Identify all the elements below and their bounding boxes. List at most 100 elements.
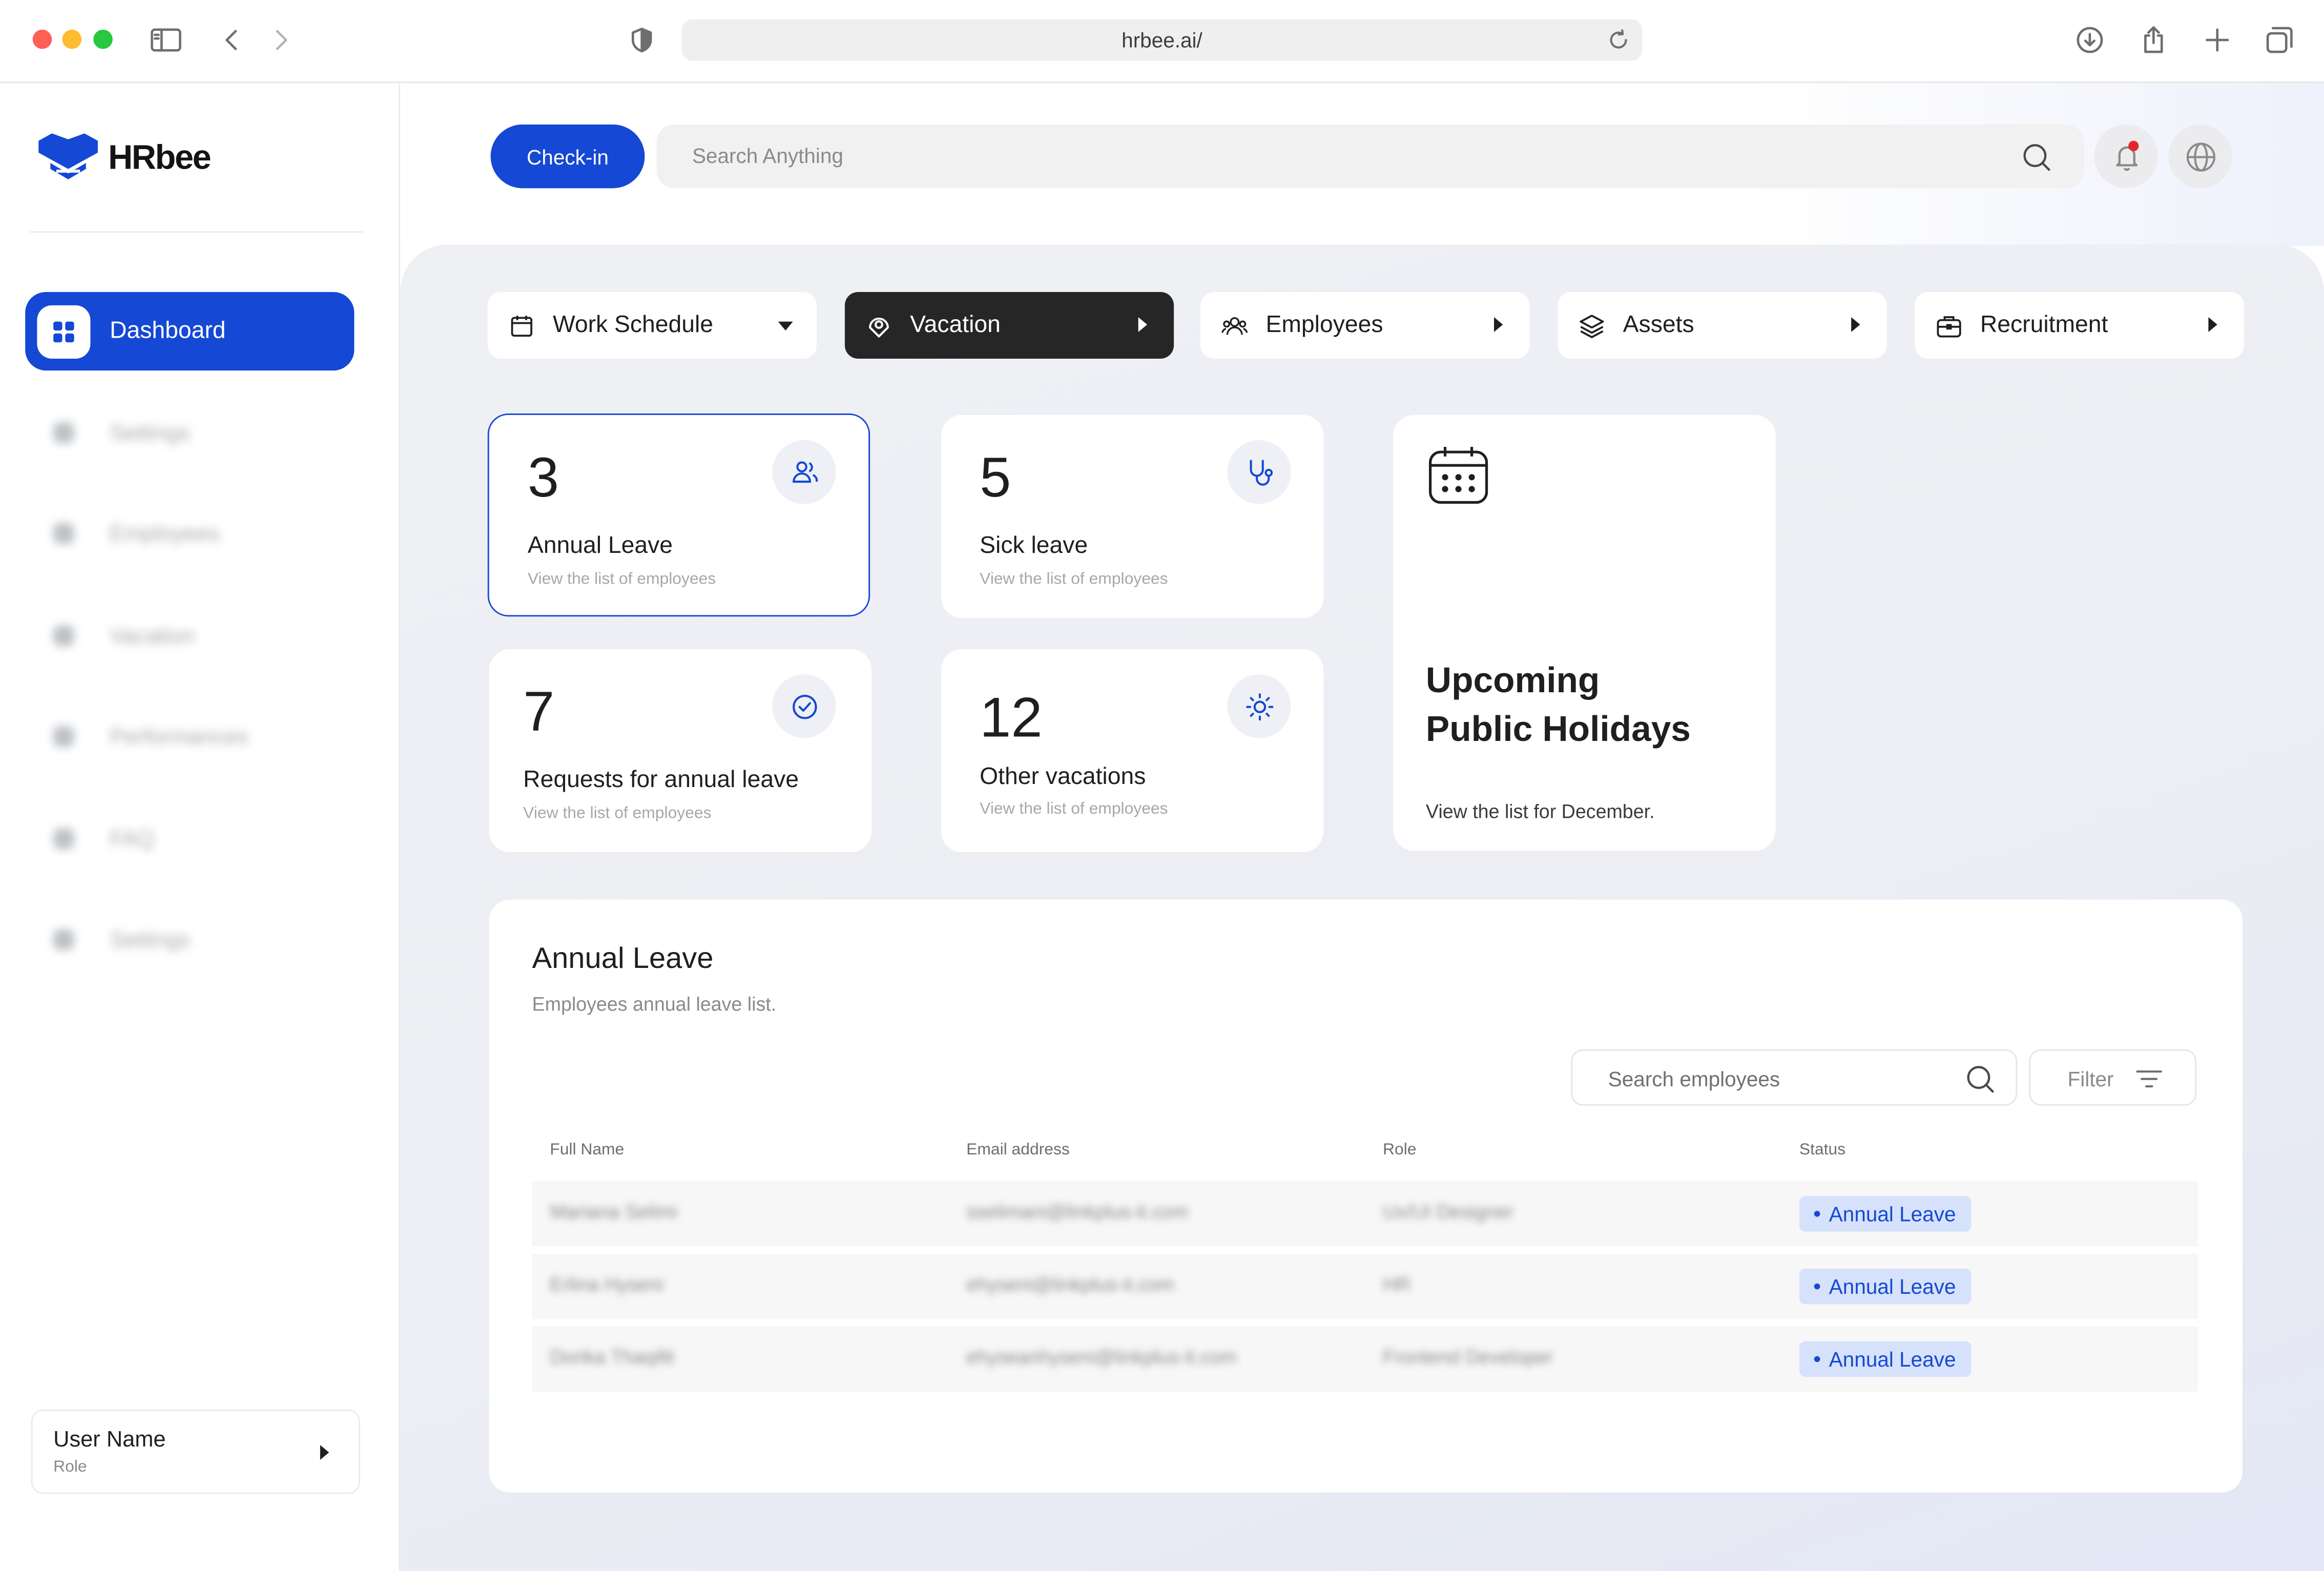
tab-employees[interactable]: Employees [1200, 292, 1530, 359]
minimize-window-button[interactable] [62, 29, 82, 49]
users-icon [772, 440, 836, 504]
hrbee-logo[interactable]: HRbee [35, 131, 212, 184]
tab-label: Assets [1623, 312, 1694, 338]
stat-value: 12 [980, 688, 1043, 750]
logo-text: HRbee [108, 137, 212, 176]
layers-icon [1579, 312, 1605, 339]
tab-label: Recruitment [1980, 312, 2108, 338]
beach-icon [865, 312, 892, 339]
cell-email: ehyseanhyseni@linkplus-it.com [966, 1346, 1237, 1368]
sidebar-toggle-icon[interactable] [150, 24, 182, 56]
sidebar-item-faq[interactable]: FAQ [53, 824, 154, 854]
search-placeholder: Search employees [1608, 1067, 1780, 1091]
notifications-button[interactable] [2094, 124, 2159, 189]
column-header-status[interactable]: Status [1799, 1141, 1845, 1159]
column-header-email[interactable]: Email address [966, 1141, 1070, 1159]
stat-card-annual-leave-requests[interactable]: 7 Requests for annual leave View the lis… [489, 649, 872, 853]
tab-assets[interactable]: Assets [1558, 292, 1887, 359]
language-button[interactable] [2168, 124, 2232, 189]
status-dot [1814, 1211, 1820, 1217]
sidebar-item-settings-2[interactable]: Settings [53, 925, 190, 955]
briefcase-icon [1936, 312, 1962, 339]
download-icon[interactable] [2073, 24, 2106, 56]
stat-value: 3 [527, 447, 559, 510]
employee-search-input[interactable]: Search employees [1571, 1049, 2018, 1106]
new-tab-icon[interactable] [2201, 24, 2234, 56]
sidebar-item-settings[interactable]: Settings [53, 418, 190, 448]
sidebar-item-employees[interactable]: Employees [53, 519, 220, 548]
tab-work-schedule[interactable]: Work Schedule [487, 292, 817, 359]
status-label: Annual Leave [1829, 1202, 1956, 1226]
calendar-icon [508, 312, 535, 339]
tab-vacation[interactable]: Vacation [844, 292, 1174, 359]
cell-role: Ux/UI Designer [1383, 1200, 1514, 1223]
column-header-full-name[interactable]: Full Name [550, 1141, 624, 1159]
reload-icon[interactable] [1607, 28, 1630, 52]
address-bar[interactable]: hrbee.ai/ [681, 19, 1643, 61]
status-label: Annual Leave [1829, 1274, 1956, 1298]
holidays-link[interactable]: View the list for December. [1426, 800, 1655, 822]
stat-value: 7 [523, 681, 555, 745]
tab-recruitment[interactable]: Recruitment [1915, 292, 2244, 359]
cell-email: ehyseni@linkplus-it.com [966, 1273, 1175, 1296]
stat-link[interactable]: View the list of employees [980, 800, 1168, 818]
stat-link[interactable]: View the list of employees [980, 571, 1168, 589]
url-text: hrbee.ai/ [1122, 28, 1202, 52]
sidebar-item-vacation[interactable]: Vacation [53, 621, 195, 651]
search-icon [2022, 142, 2051, 179]
global-search-input[interactable]: Search Anything [656, 124, 2084, 189]
status-badge: Annual Leave [1799, 1196, 1971, 1232]
forward-arrow-icon[interactable] [265, 24, 298, 56]
shield-icon[interactable] [626, 24, 658, 56]
column-header-role[interactable]: Role [1383, 1141, 1416, 1159]
cell-role: Frontend Developer [1383, 1346, 1553, 1368]
back-arrow-icon[interactable] [215, 24, 247, 56]
tab-label: Employees [1265, 312, 1383, 338]
user-profile-card[interactable]: User Name Role [31, 1409, 360, 1494]
table-row[interactable]: Mariana Selimi sselimani@linkplus-it.com… [532, 1181, 2198, 1247]
stat-title: Annual Leave [527, 533, 673, 559]
stat-title: Requests for annual leave [523, 768, 799, 793]
search-placeholder: Search Anything [692, 143, 843, 168]
sidebar-item-label: Vacation [110, 623, 195, 649]
sidebar-item-label: Employees [110, 521, 220, 546]
table-row[interactable]: Erlina Hyseni ehyseni@linkplus-it.com HR… [532, 1254, 2198, 1319]
calendar-icon [1426, 445, 1491, 514]
cell-full-name: Erlina Hyseni [550, 1273, 663, 1296]
stat-title: Sick leave [980, 533, 1088, 559]
sidebar-divider [29, 231, 363, 233]
stat-card-sick-leave[interactable]: 5 Sick leave View the list of employees [941, 415, 1324, 618]
check-in-button[interactable]: Check-in [490, 124, 645, 189]
status-dot [1814, 1356, 1820, 1362]
table-row[interactable]: Dorika Thaqifé ehyseanhyseni@linkplus-it… [532, 1326, 2198, 1392]
chart-icon [53, 726, 74, 747]
sidebar-item-performances[interactable]: Performances [53, 722, 248, 752]
filter-button[interactable]: Filter [2029, 1049, 2197, 1106]
caret-right-icon [1494, 317, 1503, 332]
annual-leave-table-card: Annual Leave Employees annual leave list… [489, 899, 2243, 1493]
stat-link[interactable]: View the list of employees [528, 571, 716, 589]
sidebar-item-dashboard[interactable]: Dashboard [25, 292, 355, 371]
holidays-title: Upcoming Public Holidays [1426, 656, 1752, 754]
tab-label: Work Schedule [553, 312, 714, 338]
filter-icon [2136, 1068, 2163, 1097]
filter-label: Filter [2067, 1067, 2114, 1091]
check-circle-icon [772, 674, 836, 738]
chevron-down-icon [778, 321, 793, 331]
stat-title: Other vacations [980, 764, 1146, 790]
tab-label: Vacation [910, 312, 1001, 338]
close-window-button[interactable] [32, 29, 52, 49]
notification-badge [2128, 140, 2139, 152]
sidebar-item-label: Settings [110, 420, 190, 446]
maximize-window-button[interactable] [93, 29, 113, 49]
bee-hexagon-icon [38, 133, 98, 179]
stat-link[interactable]: View the list of employees [523, 805, 711, 823]
upcoming-holidays-card[interactable]: Upcoming Public Holidays View the list f… [1393, 415, 1776, 851]
stat-card-other-vacations[interactable]: 12 Other vacations View the list of empl… [941, 649, 1324, 853]
stat-card-annual-leave[interactable]: 3 Annual Leave View the list of employee… [487, 413, 870, 617]
stat-value: 5 [980, 447, 1011, 510]
tab-overview-icon[interactable] [2263, 24, 2296, 56]
cell-email: sselimani@linkplus-it.com [966, 1200, 1189, 1223]
share-icon[interactable] [2138, 24, 2170, 56]
status-badge: Annual Leave [1799, 1268, 1971, 1305]
